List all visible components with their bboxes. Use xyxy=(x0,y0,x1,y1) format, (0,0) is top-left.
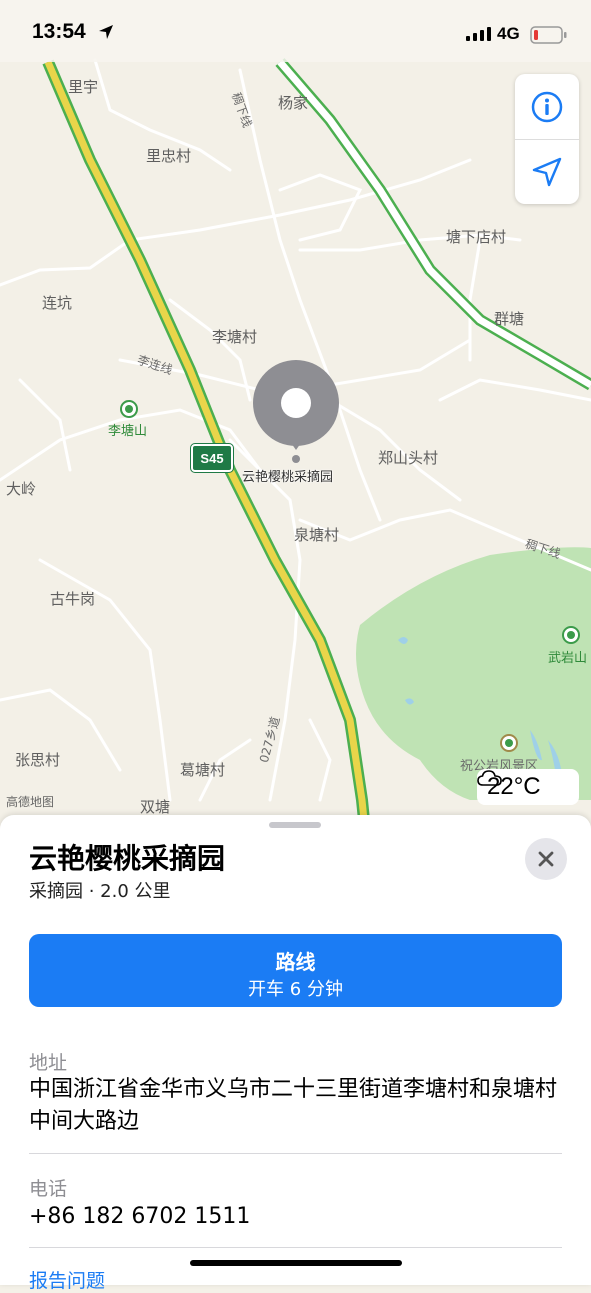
map-label-quntang: 群塘 xyxy=(494,310,525,328)
map-label-shuangtang: 双塘 xyxy=(140,798,171,816)
scenic-area-icon xyxy=(500,734,518,752)
highway-shield: S45 xyxy=(190,443,234,473)
place-card: 云艳樱桃采摘园 采摘园 · 2.0 公里 路线 开车 6 分钟 地址 中国浙江省… xyxy=(0,815,591,1285)
map-label-guniugang: 古牛岗 xyxy=(50,590,96,608)
info-icon xyxy=(531,91,563,122)
divider xyxy=(29,1247,562,1248)
location-arrow-icon xyxy=(99,25,113,39)
location-pin-tail xyxy=(289,440,303,450)
map-label-dialing: 大岭 xyxy=(6,480,37,498)
report-issue-link[interactable]: 报告问题 xyxy=(29,1266,105,1293)
location-arrow-icon xyxy=(532,157,562,187)
status-time: 13:54 xyxy=(32,20,86,43)
cloud-icon xyxy=(477,770,502,786)
home-indicator[interactable] xyxy=(190,1260,402,1266)
route-button-label: 路线 xyxy=(275,950,316,974)
map-label-zhengshantoucun: 郑山头村 xyxy=(378,449,439,467)
address-value[interactable]: 中国浙江省金华市义乌市二十三里街道李塘村和泉塘村中间大路边 xyxy=(29,1074,569,1138)
map-label-quantangcun: 泉塘村 xyxy=(294,526,340,544)
map-label-lizhongcun: 里忠村 xyxy=(146,147,192,165)
close-button[interactable] xyxy=(525,838,567,880)
route-button[interactable]: 路线 开车 6 分钟 xyxy=(29,934,562,1007)
map-label-getangcun: 葛塘村 xyxy=(180,761,226,779)
mountain-poi-icon xyxy=(562,626,580,644)
mountain-poi-icon xyxy=(120,400,138,418)
address-label: 地址 xyxy=(29,1052,68,1074)
map-label-tangxiadiancun: 塘下店村 xyxy=(446,228,507,246)
signal-icon xyxy=(466,27,491,41)
map-label-lizi: 里宇 xyxy=(68,78,99,96)
current-location-button[interactable] xyxy=(515,140,579,204)
map-label-wuyanshan: 武岩山 xyxy=(548,651,588,666)
location-pin-dot xyxy=(281,388,311,418)
close-icon xyxy=(538,851,554,867)
location-pin-point xyxy=(292,455,300,463)
phone-label: 电话 xyxy=(29,1178,68,1200)
route-button-eta: 开车 6 分钟 xyxy=(248,979,343,1000)
phone-value[interactable]: +86 182 6702 1511 xyxy=(29,1201,569,1233)
map-attribution: 高德地图 xyxy=(6,795,55,809)
weather-badge: 22°C xyxy=(477,769,579,805)
map-label-litangshan: 李塘山 xyxy=(108,424,148,439)
battery-icon xyxy=(530,26,567,44)
map-label-liankeng: 连坑 xyxy=(42,294,73,312)
map-label-litangcun: 李塘村 xyxy=(212,328,258,346)
sheet-grabber[interactable] xyxy=(269,822,321,828)
place-title: 云艳樱桃采摘园 xyxy=(29,842,226,875)
place-subtitle: 采摘园 · 2.0 公里 xyxy=(29,881,171,902)
map-label-zhangsicun: 张思村 xyxy=(15,751,61,769)
status-bar: 13:54 4G xyxy=(0,0,591,62)
divider xyxy=(29,1153,562,1154)
map-label-yangjia: 杨家 xyxy=(278,94,309,112)
pin-label: 云艳樱桃采摘园 xyxy=(242,470,334,485)
network-type: 4G xyxy=(497,24,520,43)
map-view[interactable]: 里宇 杨家 里忠村 塘下店村 连坑 群塘 李塘村 李塘山 大岭 郑山头村 泉塘村… xyxy=(0,0,591,830)
map-controls xyxy=(515,74,579,204)
map-info-button[interactable] xyxy=(515,74,579,139)
